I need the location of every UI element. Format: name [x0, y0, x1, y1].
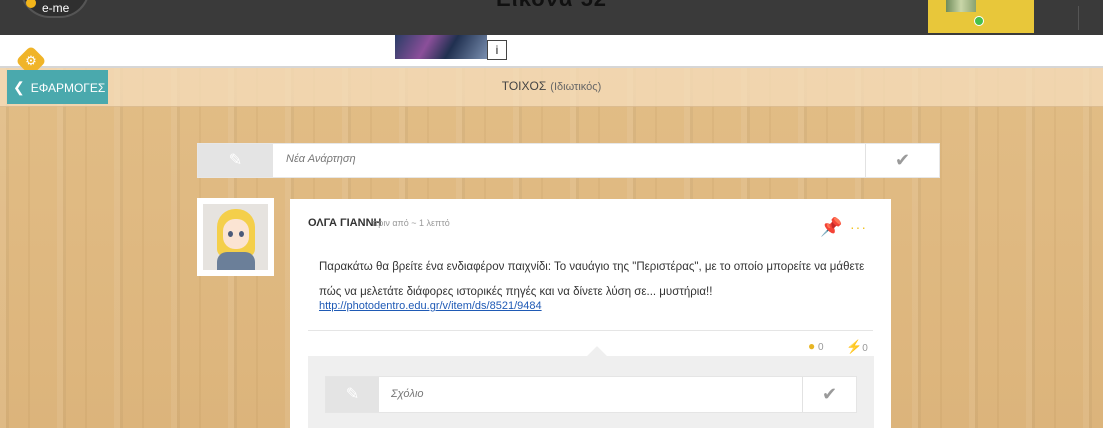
check-icon: ✔ — [894, 150, 911, 170]
avatar-eye-right — [239, 231, 244, 237]
new-post-input[interactable]: Νέα Ανάρτηση — [286, 153, 356, 165]
chevron-left-icon: ❮ — [13, 79, 25, 95]
submit-comment-button[interactable]: ✔ — [802, 377, 856, 412]
post-divider — [308, 330, 873, 331]
likes-count: 0 — [862, 343, 868, 354]
comment-composer[interactable]: ✎ Σχόλιο ✔ — [325, 376, 857, 413]
more-icon[interactable]: ··· — [850, 219, 867, 235]
avatar[interactable] — [197, 198, 274, 276]
logo-text: e-me — [42, 1, 70, 15]
comments-stat[interactable]: ● 0 — [808, 339, 824, 353]
post-link[interactable]: http://photodentro.edu.gr/v/item/ds/8521… — [319, 300, 542, 312]
edit-icon: ✎ — [326, 377, 379, 412]
submit-post-button[interactable]: ✔ — [865, 144, 939, 177]
banner-strip — [0, 35, 1103, 68]
avatar-body — [217, 252, 255, 270]
info-button[interactable]: i — [487, 40, 507, 60]
lightning-icon: ⚡ — [846, 339, 863, 354]
apps-button[interactable]: ❮ ΕΦΑΡΜΟΓΕΣ — [7, 70, 108, 104]
avatar-face — [223, 219, 249, 249]
wall-title-row: ΤΟΙΧΟΣ (Ιδιωτικός) — [0, 79, 1103, 93]
avatar-image — [203, 204, 268, 270]
pin-icon[interactable]: 📌 — [820, 217, 842, 238]
avatar-eye-left — [228, 231, 233, 237]
post-timestamp: πριν από ~ 1 λεπτό — [372, 218, 450, 228]
new-post-composer[interactable]: ✎ Νέα Ανάρτηση ✔ — [197, 143, 940, 178]
wall-title: ΤΟΙΧΟΣ — [501, 79, 547, 93]
post-author[interactable]: ΟΛΓΑ ΓΙΑΝΝΗ — [308, 217, 381, 229]
user-tile-image — [946, 0, 976, 12]
online-status-icon — [974, 16, 984, 26]
wall-visibility: (Ιδιωτικός) — [550, 81, 602, 93]
comments-count: 0 — [818, 342, 824, 353]
post-body: Παρακάτω θα βρείτε ένα ενδιαφέρον παιχνί… — [319, 261, 865, 298]
apps-button-label: ΕΦΑΡΜΟΓΕΣ — [30, 81, 106, 95]
comment-icon: ● — [808, 339, 816, 353]
edit-icon: ✎ — [198, 144, 273, 177]
comment-input[interactable]: Σχόλιο — [391, 388, 424, 400]
header-divider — [1078, 6, 1079, 30]
likes-stat[interactable]: ⚡0 — [846, 339, 868, 355]
gear-icon[interactable]: ⚙ — [20, 50, 42, 72]
banner-image[interactable] — [395, 35, 487, 59]
check-icon: ✔ — [821, 384, 838, 404]
